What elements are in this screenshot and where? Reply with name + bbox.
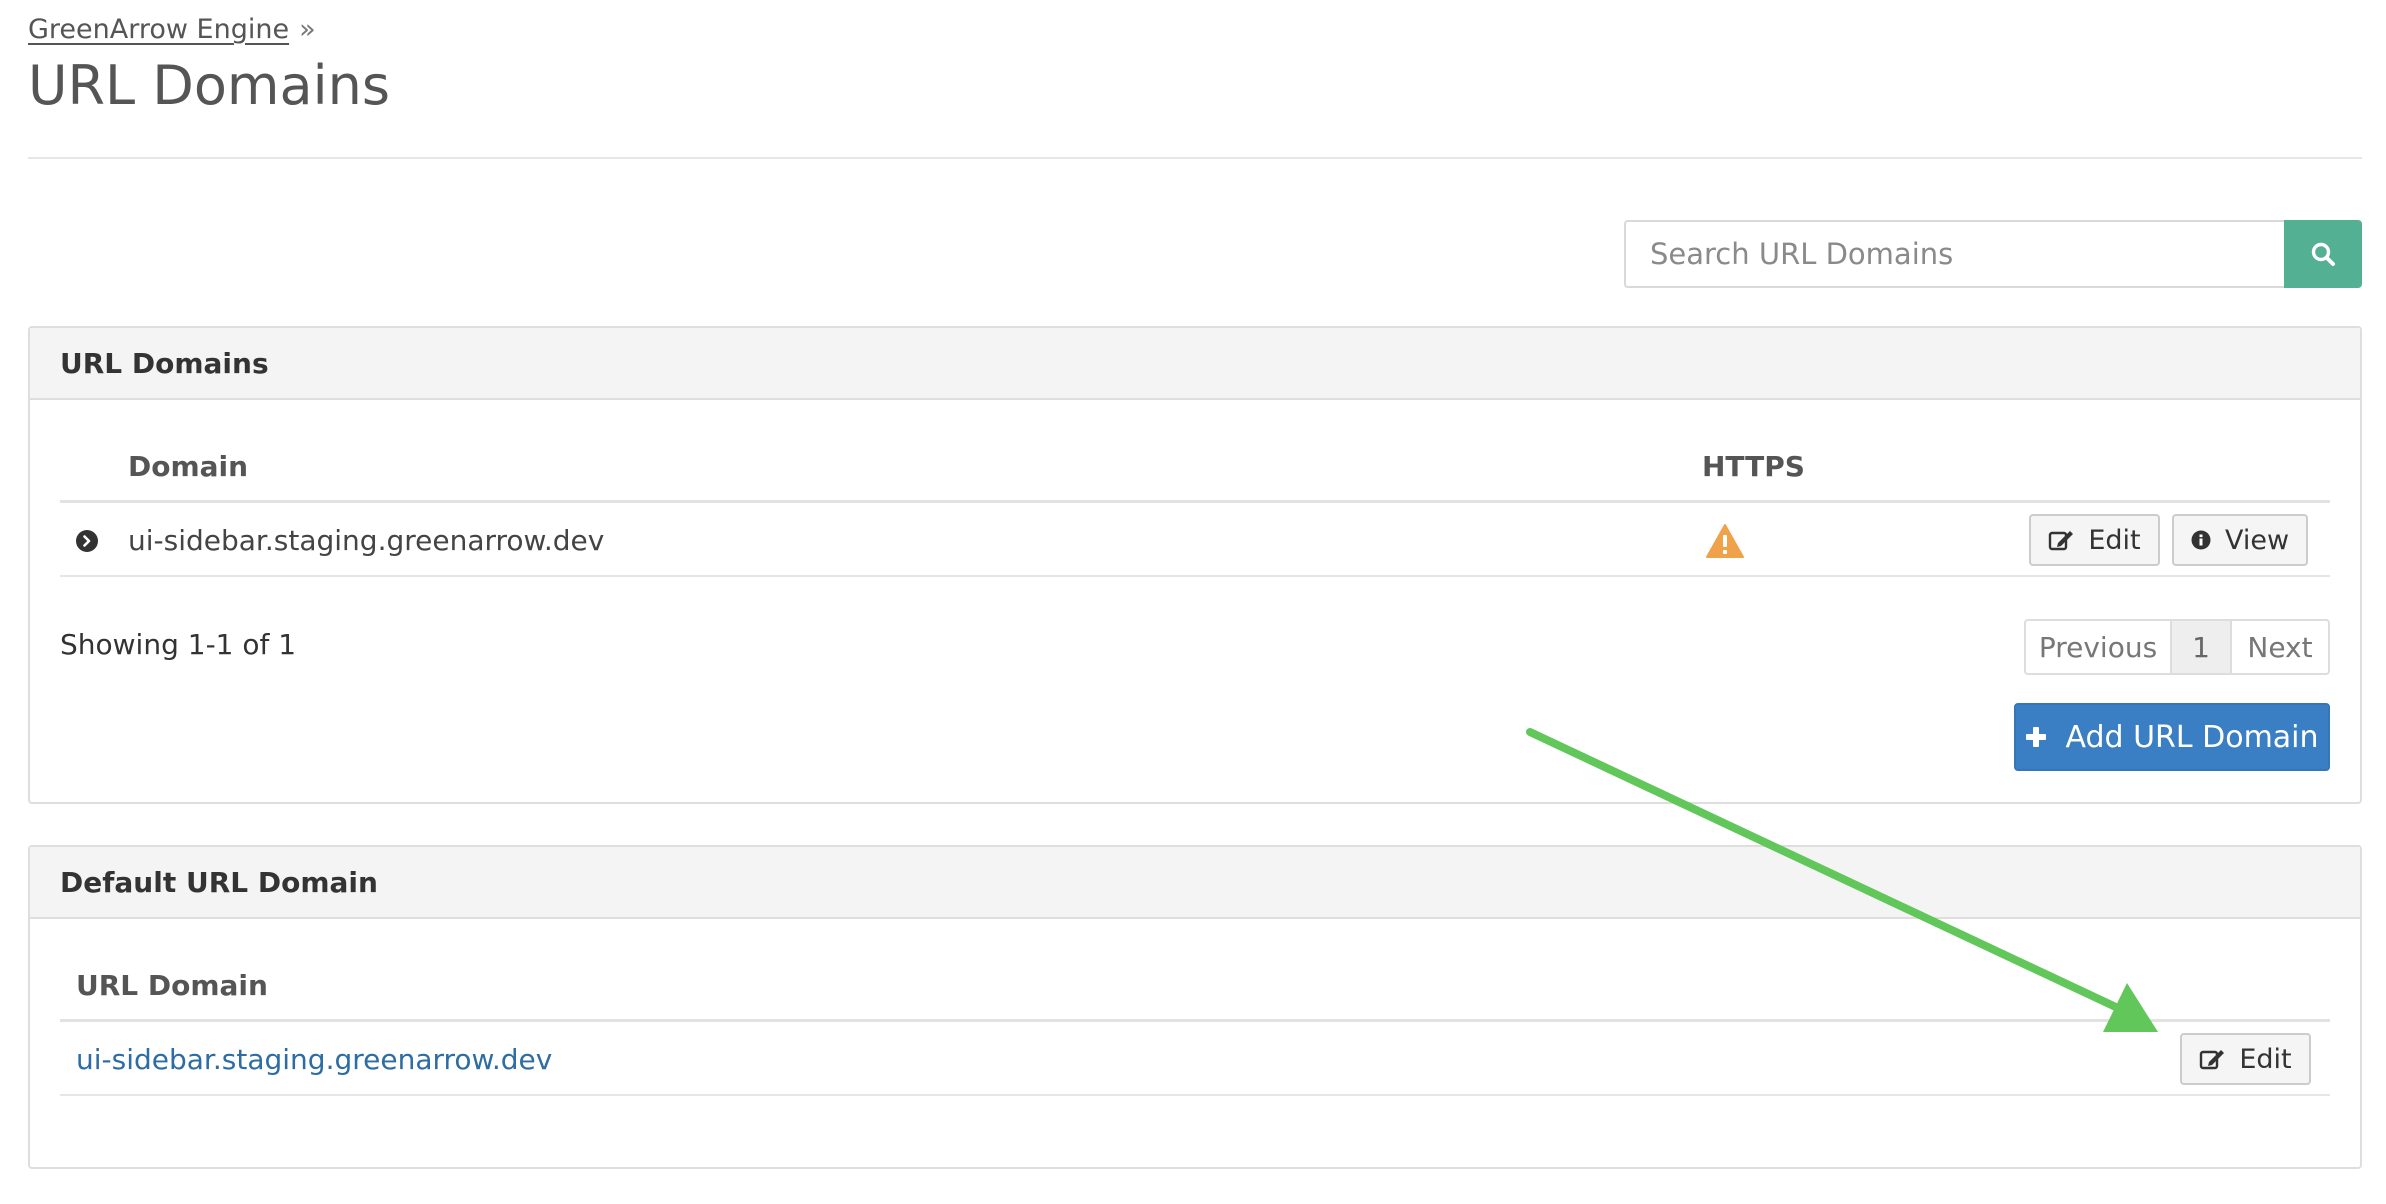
info-icon (2191, 530, 2211, 550)
edit-icon (2049, 531, 2074, 551)
expand-row-icon[interactable] (76, 530, 98, 552)
edit-button-label: Edit (2088, 524, 2141, 556)
breadcrumb-separator: » (299, 14, 316, 45)
title-divider (28, 157, 2362, 159)
pagination-next[interactable]: Next (2230, 619, 2330, 675)
view-button-label: View (2224, 524, 2290, 556)
pagination: Previous 1 Next (2024, 619, 2330, 675)
search-icon (2311, 242, 2335, 266)
add-url-domain-label: Add URL Domain (2065, 719, 2319, 755)
column-header-url-domain: URL Domain (76, 969, 268, 1002)
edit-default-domain-button[interactable]: Edit (2180, 1033, 2311, 1085)
pagination-summary: Showing 1-1 of 1 (60, 628, 297, 661)
panel-heading: Default URL Domain (30, 847, 2360, 919)
search-button[interactable] (2284, 220, 2362, 288)
table-header-divider (60, 500, 2330, 503)
plus-icon (2026, 727, 2047, 747)
edit-button-label: Edit (2239, 1043, 2292, 1075)
url-domains-panel: URL Domains Domain HTTPS ui-sidebar.stag… (28, 326, 2362, 804)
default-url-domain-panel: Default URL Domain URL Domain ui-sidebar… (28, 845, 2362, 1169)
table-row-divider (60, 575, 2330, 577)
table-row-divider (60, 1094, 2330, 1096)
warning-icon (1706, 524, 1744, 558)
chevron-right-icon (83, 535, 91, 547)
search-form (1624, 220, 2362, 288)
default-domain-link[interactable]: ui-sidebar.staging.greenarrow.dev (76, 1043, 552, 1076)
pagination-previous[interactable]: Previous (2024, 619, 2172, 675)
search-input[interactable] (1624, 220, 2284, 288)
view-button[interactable]: View (2172, 514, 2308, 566)
breadcrumb: GreenArrow Engine » (28, 14, 316, 45)
domain-cell: ui-sidebar.staging.greenarrow.dev (128, 524, 605, 557)
column-header-domain: Domain (128, 450, 249, 483)
page-title: URL Domains (28, 54, 390, 117)
breadcrumb-link-greenarrow-engine[interactable]: GreenArrow Engine (28, 14, 289, 45)
add-url-domain-button[interactable]: Add URL Domain (2014, 703, 2330, 771)
edit-button[interactable]: Edit (2029, 514, 2160, 566)
table-header-divider (60, 1019, 2330, 1022)
column-header-https: HTTPS (1702, 450, 1805, 483)
pagination-page-1[interactable]: 1 (2172, 619, 2230, 675)
edit-icon (2200, 1050, 2225, 1070)
panel-heading: URL Domains (30, 328, 2360, 400)
